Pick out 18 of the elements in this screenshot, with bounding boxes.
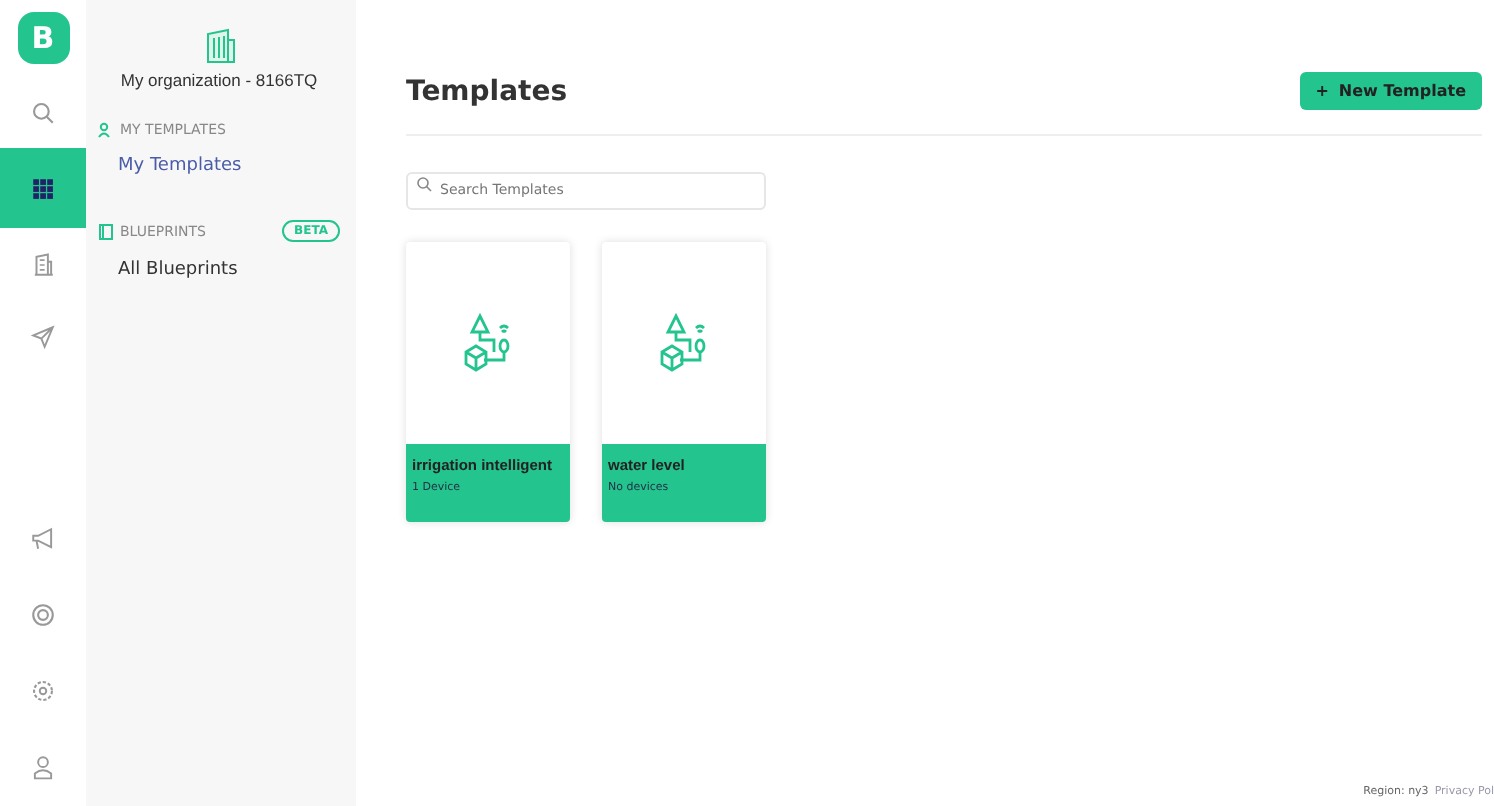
people-icon (98, 122, 114, 138)
lifebuoy-icon (30, 601, 56, 627)
building-icon (203, 28, 235, 64)
search-icon (416, 175, 432, 191)
grid-icon (30, 175, 56, 201)
building-icon (30, 251, 56, 277)
user-icon (30, 753, 56, 779)
sidebar-link[interactable]: All Blueprints (98, 242, 340, 312)
gear-icon (30, 677, 56, 703)
book-icon (98, 223, 114, 239)
search-icon (30, 99, 56, 125)
sidebar-link[interactable]: My Templates (98, 138, 340, 208)
organization-name: My organization - 8166TQ (120, 70, 318, 90)
grid-nav-button[interactable] (0, 148, 86, 228)
send-icon (30, 323, 56, 349)
page-title: Templates (406, 75, 568, 107)
megaphone-icon (30, 525, 56, 551)
new-template-button[interactable]: + New Template (1299, 72, 1482, 110)
